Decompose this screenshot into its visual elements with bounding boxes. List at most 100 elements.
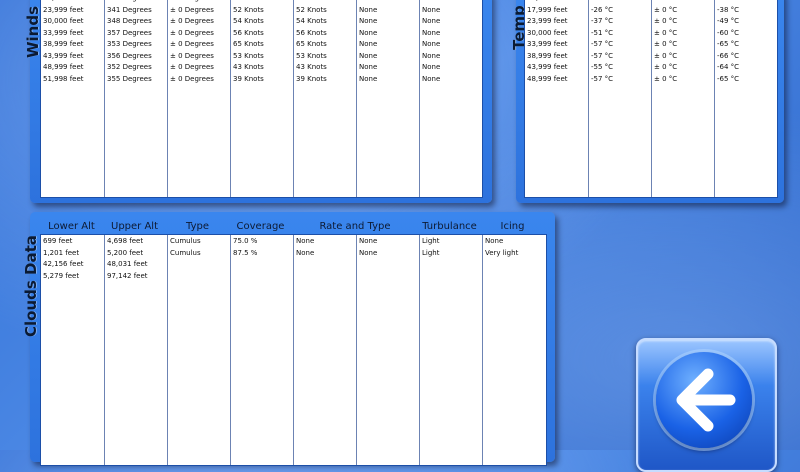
winds-cell: None: [359, 74, 378, 83]
clouds-cell: 42,156 feet: [43, 260, 84, 268]
temp-table: 12,001 feet17,999 feet23,999 feet30,000 …: [524, 0, 778, 198]
clouds-cell: 48,031 feet: [107, 260, 148, 268]
clouds-header-coverage: Coverage: [236, 221, 285, 232]
winds-cell: 355 Degrees: [107, 74, 152, 83]
winds-cell: ± 0 Degrees: [170, 17, 214, 25]
temp-cell: -65 °C: [717, 40, 740, 48]
temp-cell: -26 °C: [591, 5, 614, 14]
temp-cell: ± 0 °C: [654, 74, 678, 83]
clouds-panel: Clouds Data Lower Alt Upper Alt Type Cov…: [22, 212, 555, 466]
clouds-col-coverage: 75.0 % 87.5 %: [230, 235, 294, 465]
clouds-panel-title: Clouds Data: [22, 235, 40, 337]
temp-col-altitude: 12,001 feet17,999 feet23,999 feet30,000 …: [525, 0, 588, 197]
winds-col-altitude: 17,999 feet23,999 feet30,000 feet33,999 …: [41, 0, 104, 197]
clouds-cell: Light: [422, 237, 440, 245]
winds-cell: None: [359, 51, 378, 60]
clouds-cell: 699 feet: [43, 237, 73, 245]
winds-col-gusts: 34 Knots52 Knots54 Knots56 Knots65 Knots…: [293, 0, 357, 197]
temp-cell: -57 °C: [591, 51, 614, 60]
clouds-cell: 4,698 feet: [107, 237, 144, 245]
winds-cell: 53 Knots: [233, 51, 264, 60]
clouds-cell: 97,142 feet: [107, 271, 148, 280]
temp-cell: 33,999 feet: [527, 40, 568, 48]
clouds-header-row: Lower Alt Upper Alt Type Coverage Rate a…: [40, 221, 545, 235]
winds-cell: None: [422, 17, 441, 25]
clouds-cell: None: [359, 248, 378, 257]
winds-cell: 54 Knots: [296, 17, 327, 25]
clouds-cell: 1,201 feet: [43, 248, 80, 257]
clouds-header-type: Type: [186, 221, 209, 232]
clouds-cell: Cumulus: [170, 248, 201, 257]
temp-cell: ± 0 °C: [654, 51, 678, 60]
winds-cell: ± 0 Degrees: [170, 40, 214, 48]
temp-cell: -57 °C: [591, 74, 614, 83]
winds-cell: None: [422, 51, 441, 60]
winds-cell: 23,999 feet: [43, 5, 84, 14]
temp-cell: ± 0 °C: [654, 28, 678, 37]
temp-col-variance: ± 0 °C ± 0 °C ± 0 °C ± 0 °C ± 0 °C ± 0 °C ± 0 …: [651, 0, 715, 197]
temp-cell: -55 °C: [591, 63, 614, 71]
winds-cell: 48,999 feet: [43, 63, 84, 71]
winds-col-direction-variance: ± 0 Degrees ± 0 Degrees ± 0 Degrees ± 0 Deg…: [167, 0, 231, 197]
winds-cell: 39 Knots: [233, 74, 264, 83]
winds-cell: 341 Degrees: [107, 5, 152, 14]
winds-cell: 53 Knots: [296, 51, 327, 60]
temp-cell: -49 °C: [717, 17, 740, 25]
clouds-cell: Cumulus: [170, 237, 201, 245]
winds-cell: 348 Degrees: [107, 17, 152, 25]
winds-col-speed: 34 Knots52 Knots54 Knots56 Knots65 Knots…: [230, 0, 294, 197]
winds-cell: 357 Degrees: [107, 28, 152, 37]
temp-cell: -57 °C: [591, 40, 614, 48]
temp-cell: 17,999 feet: [527, 5, 568, 14]
winds-table: 17,999 feet23,999 feet30,000 feet33,999 …: [40, 0, 483, 198]
winds-col-shear: NoneNoneNoneNoneNoneNoneNoneNone: [356, 0, 420, 197]
winds-cell: ± 0 Degrees: [170, 28, 214, 37]
temp-col-temperature: -13 °C-26 °C-37 °C-51 °C-57 °C-57 °C-55 …: [588, 0, 652, 197]
clouds-col-icing: None Very light: [482, 235, 547, 465]
winds-cell: None: [422, 74, 441, 83]
winds-cell: ± 0 Degrees: [170, 51, 214, 60]
winds-cell: None: [422, 5, 441, 14]
clouds-cell: None: [359, 237, 378, 245]
winds-cell: None: [422, 40, 441, 48]
clouds-col-rate: None None: [293, 235, 357, 465]
temp-cell: 48,999 feet: [527, 74, 568, 83]
winds-cell: 54 Knots: [233, 17, 264, 25]
clouds-cell: 5,279 feet: [43, 271, 80, 280]
winds-cell: None: [359, 28, 378, 37]
clouds-cell: Very light: [485, 248, 519, 257]
winds-cell: 56 Knots: [233, 28, 264, 37]
winds-cell: None: [422, 28, 441, 37]
back-button[interactable]: [636, 338, 777, 472]
clouds-col-turbulance: Light Light: [419, 235, 483, 465]
winds-cell: 65 Knots: [296, 40, 327, 48]
clouds-header-turbulance: Turbulance: [422, 221, 477, 232]
left-arrow-icon: [676, 368, 736, 432]
clouds-col-upper-alt: 4,698 feet 5,200 feet 48,031 feet 97,142 fe…: [104, 235, 168, 465]
temp-cell: -37 °C: [591, 17, 614, 25]
temp-cell: ± 0 °C: [654, 5, 678, 14]
winds-cell: ± 0 Degrees: [170, 74, 214, 83]
temp-cell: 43,999 feet: [527, 63, 568, 71]
winds-cell: ± 0 Degrees: [170, 63, 214, 71]
winds-cell: None: [359, 5, 378, 14]
clouds-header-lower-alt: Lower Alt: [48, 221, 95, 232]
winds-panel: Winds Data 17,999 feet23,999 feet30,000 …: [24, 0, 492, 203]
winds-cell: 51,998 feet: [43, 74, 84, 83]
clouds-col-precip-type: None None: [356, 235, 420, 465]
temp-cell: -51 °C: [591, 28, 614, 37]
winds-cell: 43 Knots: [233, 63, 264, 71]
winds-cell: 356 Degrees: [107, 51, 152, 60]
winds-cell: ± 0 Degrees: [170, 5, 214, 14]
winds-cell: 38,999 feet: [43, 40, 84, 48]
clouds-col-type: Cumulus Cumulus: [167, 235, 231, 465]
temp-cell: -66 °C: [717, 51, 740, 60]
back-button-circle: [656, 352, 752, 448]
winds-cell: 33,999 feet: [43, 28, 84, 37]
temp-cell: -38 °C: [717, 5, 740, 14]
clouds-cell: None: [296, 248, 315, 257]
winds-cell: 30,000 feet: [43, 17, 84, 25]
temp-cell: -60 °C: [717, 28, 740, 37]
temp-cell: ± 0 °C: [654, 40, 678, 48]
temp-cell: 38,999 feet: [527, 51, 568, 60]
